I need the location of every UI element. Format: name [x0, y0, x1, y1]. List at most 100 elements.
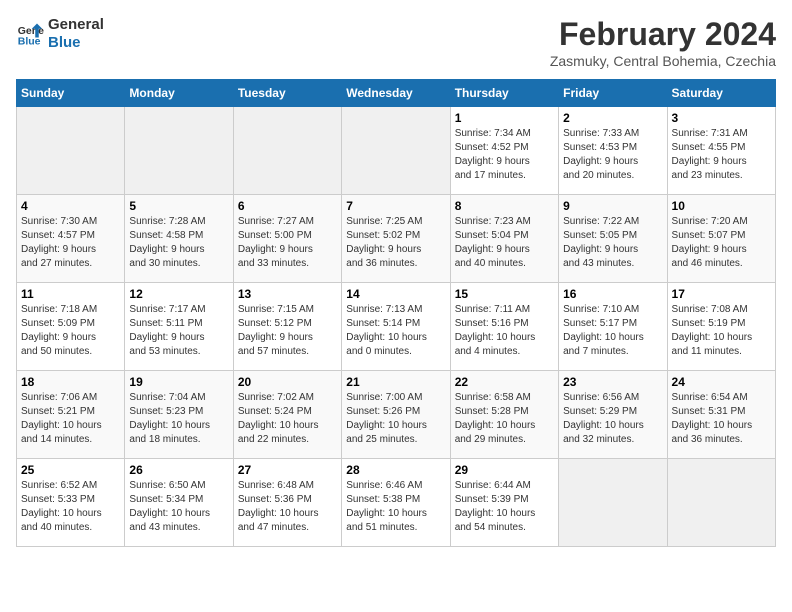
day-cell: 26Sunrise: 6:50 AM Sunset: 5:34 PM Dayli… — [125, 459, 233, 547]
day-info: Sunrise: 7:02 AM Sunset: 5:24 PM Dayligh… — [238, 391, 337, 447]
dow-tuesday: Tuesday — [233, 80, 341, 107]
day-info: Sunrise: 7:10 AM Sunset: 5:17 PM Dayligh… — [563, 303, 662, 359]
week-row-2: 4Sunrise: 7:30 AM Sunset: 4:57 PM Daylig… — [17, 195, 776, 283]
day-cell: 18 Sunrise: 7:06 AM Sunset: 5:21 PM Dayli… — [17, 371, 125, 459]
logo-icon: General Blue — [16, 20, 44, 48]
day-info: Sunrise: 7:20 AM Sunset: 5:07 PM Dayligh… — [672, 215, 771, 271]
day-cell: 2 Sunrise: 7:33 AM Sunset: 4:53 PM Daylig… — [559, 107, 667, 195]
day-number: 24 — [672, 375, 771, 389]
day-cell: 8Sunrise: 7:23 AM Sunset: 5:04 PM Daylig… — [450, 195, 558, 283]
day-cell: 21 Sunrise: 7:00 AM Sunset: 5:26 PM Dayli… — [342, 371, 450, 459]
day-info: Sunrise: 7:15 AM Sunset: 5:12 PM Dayligh… — [238, 303, 337, 359]
day-info: Sunrise: 7:04 AM Sunset: 5:23 PM Dayligh… — [129, 391, 228, 447]
day-number: 26 — [129, 463, 228, 477]
day-cell: 11Sunrise: 7:18 AM Sunset: 5:09 PM Dayli… — [17, 283, 125, 371]
day-info: Sunrise: 7:34 AM Sunset: 4:52 PM Dayligh… — [455, 127, 554, 183]
day-info: Sunrise: 7:27 AM Sunset: 5:00 PM Dayligh… — [238, 215, 337, 271]
day-cell: 17 Sunrise: 7:08 AM Sunset: 5:19 PM Dayli… — [667, 283, 775, 371]
day-number: 2 — [563, 111, 662, 125]
day-number: 11 — [21, 287, 120, 301]
day-number: 7 — [346, 199, 445, 213]
day-cell: 23Sunrise: 6:56 AM Sunset: 5:29 PM Dayli… — [559, 371, 667, 459]
day-cell: 7 Sunrise: 7:25 AM Sunset: 5:02 PM Daylig… — [342, 195, 450, 283]
dow-monday: Monday — [125, 80, 233, 107]
day-info: Sunrise: 6:54 AM Sunset: 5:31 PM Dayligh… — [672, 391, 771, 447]
day-info: Sunrise: 7:13 AM Sunset: 5:14 PM Dayligh… — [346, 303, 445, 359]
day-cell: 1 Sunrise: 7:34 AM Sunset: 4:52 PM Daylig… — [450, 107, 558, 195]
day-number: 8 — [455, 199, 554, 213]
day-info: Sunrise: 7:33 AM Sunset: 4:53 PM Dayligh… — [563, 127, 662, 183]
day-cell: 22 Sunrise: 6:58 AM Sunset: 5:28 PM Dayli… — [450, 371, 558, 459]
day-cell: 13 Sunrise: 7:15 AM Sunset: 5:12 PM Dayli… — [233, 283, 341, 371]
day-cell: 25 Sunrise: 6:52 AM Sunset: 5:33 PM Dayli… — [17, 459, 125, 547]
day-cell: 10 Sunrise: 7:20 AM Sunset: 5:07 PM Dayli… — [667, 195, 775, 283]
day-number: 19 — [129, 375, 228, 389]
day-cell: 28Sunrise: 6:46 AM Sunset: 5:38 PM Dayli… — [342, 459, 450, 547]
day-number: 9 — [563, 199, 662, 213]
day-info: Sunrise: 6:48 AM Sunset: 5:36 PM Dayligh… — [238, 479, 337, 535]
day-cell: 19 Sunrise: 7:04 AM Sunset: 5:23 PM Dayli… — [125, 371, 233, 459]
logo-blue: Blue — [48, 34, 104, 52]
day-cell: 5 Sunrise: 7:28 AM Sunset: 4:58 PM Daylig… — [125, 195, 233, 283]
dow-wednesday: Wednesday — [342, 80, 450, 107]
day-info: Sunrise: 7:28 AM Sunset: 4:58 PM Dayligh… — [129, 215, 228, 271]
day-cell: 6 Sunrise: 7:27 AM Sunset: 5:00 PM Daylig… — [233, 195, 341, 283]
day-number: 1 — [455, 111, 554, 125]
calendar-table: SundayMondayTuesdayWednesdayThursdayFrid… — [16, 79, 776, 547]
title-area: February 2024 Zasmuky, Central Bohemia, … — [550, 16, 776, 69]
day-number: 29 — [455, 463, 554, 477]
day-info: Sunrise: 7:30 AM Sunset: 4:57 PM Dayligh… — [21, 215, 120, 271]
week-row-3: 11Sunrise: 7:18 AM Sunset: 5:09 PM Dayli… — [17, 283, 776, 371]
day-info: Sunrise: 6:58 AM Sunset: 5:28 PM Dayligh… — [455, 391, 554, 447]
day-cell — [17, 107, 125, 195]
day-cell: 24 Sunrise: 6:54 AM Sunset: 5:31 PM Dayli… — [667, 371, 775, 459]
day-number: 15 — [455, 287, 554, 301]
header: General Blue General Blue February 2024 … — [16, 16, 776, 69]
day-cell: 14Sunrise: 7:13 AM Sunset: 5:14 PM Dayli… — [342, 283, 450, 371]
week-row-1: 1 Sunrise: 7:34 AM Sunset: 4:52 PM Daylig… — [17, 107, 776, 195]
day-number: 22 — [455, 375, 554, 389]
day-number: 21 — [346, 375, 445, 389]
day-cell: 27 Sunrise: 6:48 AM Sunset: 5:36 PM Dayli… — [233, 459, 341, 547]
day-number: 18 — [21, 375, 120, 389]
dow-thursday: Thursday — [450, 80, 558, 107]
week-row-4: 18 Sunrise: 7:06 AM Sunset: 5:21 PM Dayli… — [17, 371, 776, 459]
logo-general: General — [48, 16, 104, 34]
day-number: 25 — [21, 463, 120, 477]
day-cell: 12 Sunrise: 7:17 AM Sunset: 5:11 PM Dayli… — [125, 283, 233, 371]
day-number: 17 — [672, 287, 771, 301]
day-cell — [667, 459, 775, 547]
day-number: 13 — [238, 287, 337, 301]
day-info: Sunrise: 6:44 AM Sunset: 5:39 PM Dayligh… — [455, 479, 554, 535]
day-info: Sunrise: 7:00 AM Sunset: 5:26 PM Dayligh… — [346, 391, 445, 447]
dow-friday: Friday — [559, 80, 667, 107]
day-cell: 9 Sunrise: 7:22 AM Sunset: 5:05 PM Daylig… — [559, 195, 667, 283]
day-number: 6 — [238, 199, 337, 213]
day-info: Sunrise: 7:17 AM Sunset: 5:11 PM Dayligh… — [129, 303, 228, 359]
calendar-body: 1 Sunrise: 7:34 AM Sunset: 4:52 PM Daylig… — [17, 107, 776, 547]
day-info: Sunrise: 6:52 AM Sunset: 5:33 PM Dayligh… — [21, 479, 120, 535]
day-number: 16 — [563, 287, 662, 301]
day-info: Sunrise: 7:08 AM Sunset: 5:19 PM Dayligh… — [672, 303, 771, 359]
dow-saturday: Saturday — [667, 80, 775, 107]
day-cell: 15 Sunrise: 7:11 AM Sunset: 5:16 PM Dayli… — [450, 283, 558, 371]
day-info: Sunrise: 7:22 AM Sunset: 5:05 PM Dayligh… — [563, 215, 662, 271]
day-cell — [233, 107, 341, 195]
day-number: 27 — [238, 463, 337, 477]
day-number: 5 — [129, 199, 228, 213]
days-of-week-header: SundayMondayTuesdayWednesdayThursdayFrid… — [17, 80, 776, 107]
day-cell — [125, 107, 233, 195]
day-info: Sunrise: 7:25 AM Sunset: 5:02 PM Dayligh… — [346, 215, 445, 271]
day-number: 3 — [672, 111, 771, 125]
day-number: 28 — [346, 463, 445, 477]
day-number: 10 — [672, 199, 771, 213]
day-info: Sunrise: 7:11 AM Sunset: 5:16 PM Dayligh… — [455, 303, 554, 359]
day-info: Sunrise: 7:31 AM Sunset: 4:55 PM Dayligh… — [672, 127, 771, 183]
month-title: February 2024 — [550, 16, 776, 53]
day-info: Sunrise: 7:06 AM Sunset: 5:21 PM Dayligh… — [21, 391, 120, 447]
day-cell: 20 Sunrise: 7:02 AM Sunset: 5:24 PM Dayli… — [233, 371, 341, 459]
week-row-5: 25 Sunrise: 6:52 AM Sunset: 5:33 PM Dayli… — [17, 459, 776, 547]
day-cell: 3 Sunrise: 7:31 AM Sunset: 4:55 PM Daylig… — [667, 107, 775, 195]
day-number: 12 — [129, 287, 228, 301]
day-number: 20 — [238, 375, 337, 389]
